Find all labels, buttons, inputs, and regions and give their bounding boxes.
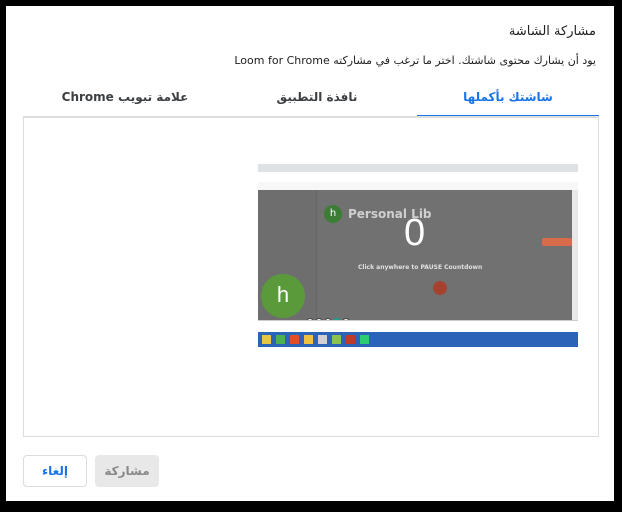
share-tabs: شاشتك بأكملها نافذة التطبيق علامة تبويب … [23,84,599,117]
thumbnail-taskbar [258,332,578,347]
taskbar-app-icon [276,335,285,344]
thumbnail-library-avatar: h [324,205,342,223]
taskbar-app-icon [290,335,299,344]
share-button[interactable]: مشاركة [95,455,159,487]
dialog-title: مشاركة الشاشة [508,24,596,39]
taskbar-app-icon [360,335,369,344]
taskbar-app-icon [332,335,341,344]
tab-application-window[interactable]: نافذة التطبيق [226,84,408,115]
screen-share-dialog: مشاركة الشاشة يود أن يشارك محتوى شاشتك. … [6,6,614,501]
taskbar-app-icon [304,335,313,344]
thumbnail-action-button [542,238,572,246]
countdown-instruction: Click anywhere to PAUSE Countdown [358,264,483,271]
cancel-button[interactable]: إلغاء [23,455,87,487]
taskbar-app-icon [318,335,327,344]
screen-thumbnail[interactable]: h Personal Lib 0 Click anywhere to PAUSE… [258,164,578,347]
camera-bubble-avatar: h [261,274,305,318]
tab-chrome-tab[interactable]: علامة تبويب Chrome [34,84,216,115]
thumbnail-bookmarks-bar [258,182,578,190]
thumbnail-browser-tabs [258,164,578,172]
countdown-number: 0 [404,212,426,254]
screen-list-panel: h Personal Lib 0 Click anywhere to PAUSE… [23,117,599,437]
tab-entire-screen[interactable]: شاشتك بأكملها [417,84,599,117]
taskbar-app-icon [262,335,271,344]
dialog-footer: إلغاء مشاركة [6,449,614,499]
taskbar-app-icon [346,335,355,344]
dialog-subtitle: يود أن يشارك محتوى شاشتك. اختر ما ترغب ف… [234,54,596,67]
record-indicator-icon [433,281,447,295]
thumbnail-scrollbar [572,190,578,320]
